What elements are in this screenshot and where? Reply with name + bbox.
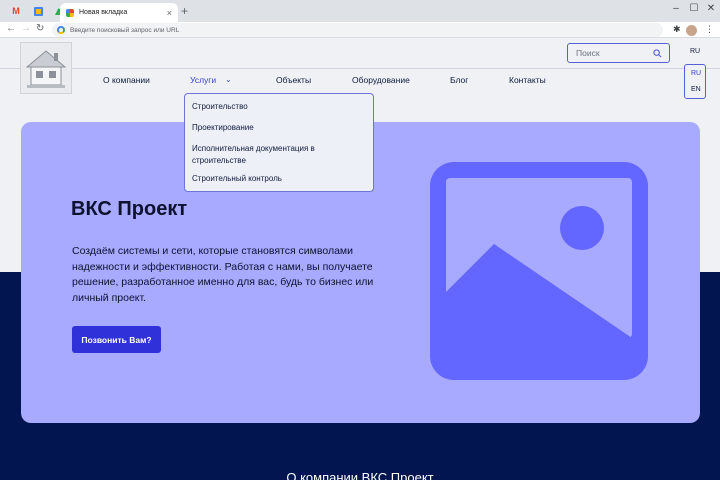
nav-blog[interactable]: Блог xyxy=(450,75,468,85)
back-icon[interactable]: ← xyxy=(6,23,16,34)
maximize-icon[interactable]: ☐ xyxy=(687,3,701,14)
language-option-ru[interactable]: RU xyxy=(691,70,701,77)
google-icon xyxy=(57,26,65,34)
active-browser-tab[interactable]: Новая вкладка × xyxy=(60,3,178,22)
dropdown-item-documentation[interactable]: Исполнительная документация в строительс… xyxy=(192,143,342,167)
services-dropdown-menu: Строительство Проектирование Исполнитель… xyxy=(184,93,374,192)
search-placeholder: Поиск xyxy=(576,48,600,58)
web-page: О компании Услуги ⌄ Объекты Оборудование… xyxy=(0,38,720,480)
gmail-tab-icon[interactable]: M xyxy=(8,4,24,18)
close-window-icon[interactable]: ✕ xyxy=(704,3,718,14)
nav-services[interactable]: Услуги xyxy=(190,75,216,85)
about-section-heading: О компании ВКС Проект xyxy=(286,470,434,480)
search-icon[interactable] xyxy=(653,48,662,58)
language-dropdown[interactable]: RU EN xyxy=(684,64,706,99)
nav-about[interactable]: О компании xyxy=(103,75,150,85)
reload-icon[interactable]: ↻ xyxy=(36,23,44,34)
extensions-icon[interactable]: ✱ xyxy=(673,24,681,35)
dropdown-item-design[interactable]: Проектирование xyxy=(192,122,254,134)
header-divider xyxy=(0,68,720,69)
pinned-tab-icon[interactable] xyxy=(30,4,46,18)
call-me-button[interactable]: Позвонить Вам? xyxy=(72,326,161,353)
address-bar-placeholder: Введите поисковый запрос или URL xyxy=(70,26,180,34)
language-current[interactable]: RU xyxy=(690,48,700,55)
hero-title: ВКС Проект xyxy=(71,198,188,220)
browser-toolbar: ← → ↻ Введите поисковый запрос или URL ✱… xyxy=(0,22,720,38)
tab-favicon-icon xyxy=(66,8,74,17)
image-placeholder-icon xyxy=(430,162,648,380)
tab-close-icon[interactable]: × xyxy=(167,8,172,18)
nav-contacts[interactable]: Контакты xyxy=(509,75,546,85)
nav-equipment[interactable]: Оборудование xyxy=(352,75,410,85)
minimize-icon[interactable]: – xyxy=(669,3,683,14)
new-tab-button[interactable]: + xyxy=(181,4,188,18)
search-input[interactable]: Поиск xyxy=(567,43,670,63)
menu-icon[interactable]: ⋮ xyxy=(705,24,714,35)
site-logo[interactable] xyxy=(20,42,72,94)
language-option-en[interactable]: EN xyxy=(691,86,701,93)
address-bar[interactable]: Введите поисковый запрос или URL xyxy=(52,23,663,37)
dropdown-item-supervision[interactable]: Строительный контроль xyxy=(192,173,282,185)
profile-avatar[interactable] xyxy=(686,25,697,36)
chevron-down-icon[interactable]: ⌄ xyxy=(225,75,232,84)
forward-icon[interactable]: → xyxy=(21,23,31,34)
nav-objects[interactable]: Объекты xyxy=(276,75,311,85)
browser-tab-bar: M Новая вкладка × + – ☐ ✕ xyxy=(0,0,720,22)
hero-description: Создаём системы и сети, которые становят… xyxy=(72,245,374,304)
tab-title: Новая вкладка xyxy=(79,9,128,16)
dropdown-item-construction[interactable]: Строительство xyxy=(192,101,248,113)
